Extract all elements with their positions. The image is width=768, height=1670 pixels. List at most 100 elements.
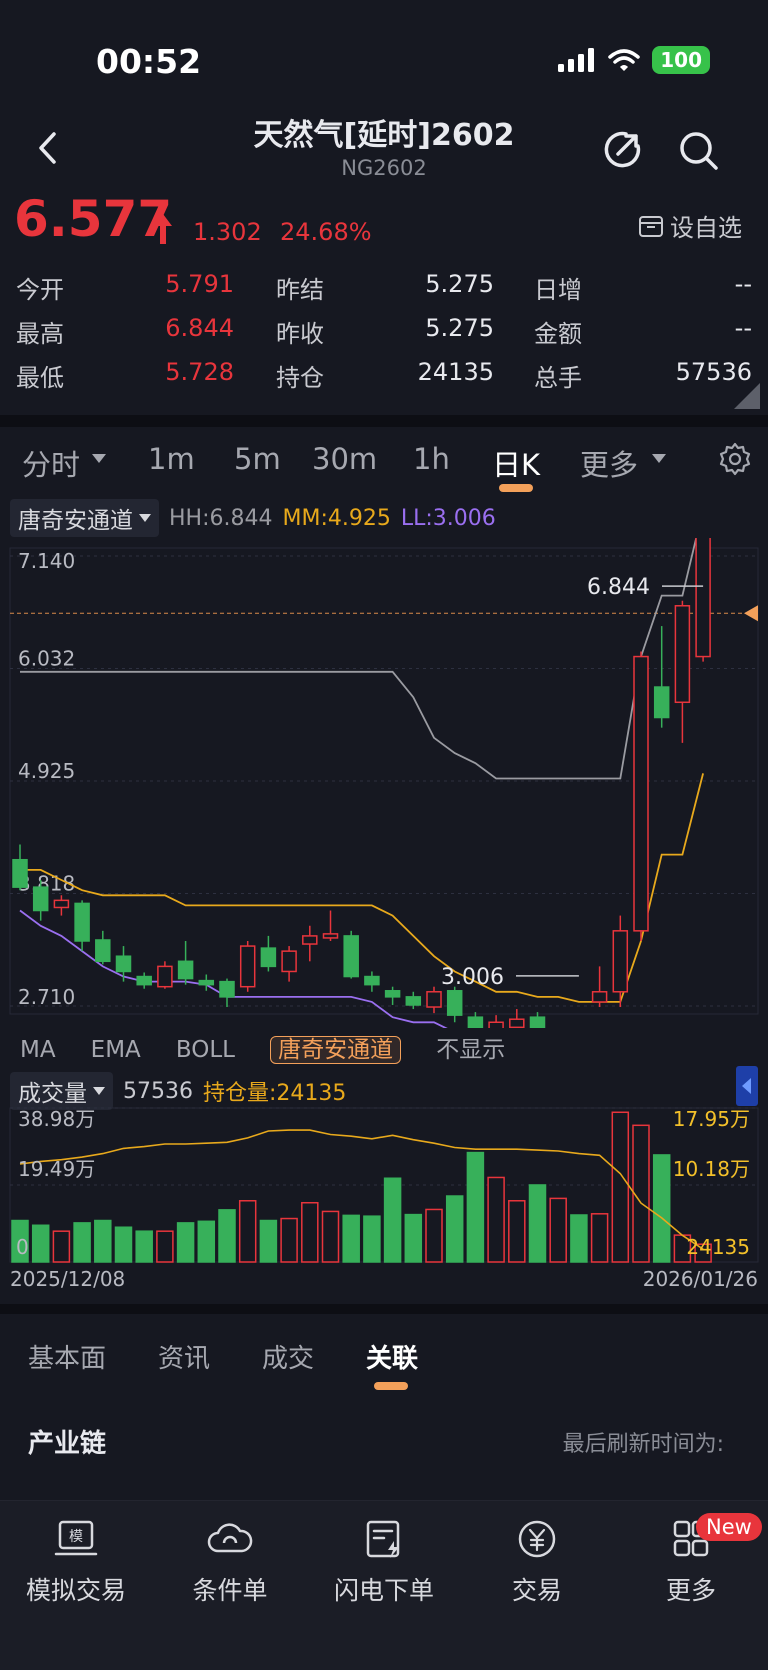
share-icon[interactable] <box>602 130 642 170</box>
battery-indicator: 100 <box>652 46 710 74</box>
ind-tab-boll[interactable]: BOLL <box>176 1037 235 1063</box>
candle-body <box>509 1018 525 1028</box>
candle-body <box>53 899 70 909</box>
tab-trades[interactable]: 成交 <box>262 1338 314 1375</box>
volume-bar <box>31 1224 50 1263</box>
mm-value: MM:4.925 <box>282 505 391 531</box>
ind-tab-ema[interactable]: EMA <box>91 1037 141 1063</box>
page-title: 天然气[延时]2602 <box>253 118 515 153</box>
ind-tab-donchian[interactable]: 唐奇安通道 <box>270 1036 402 1064</box>
volume-bar <box>52 1230 71 1263</box>
dock-trade[interactable]: 交易 <box>462 1519 612 1607</box>
status-icons: 100 <box>558 46 710 74</box>
volume-bar <box>445 1195 464 1263</box>
y-tick-label: 0 <box>16 1235 29 1259</box>
volume-bar <box>466 1151 485 1263</box>
low-annotation-label: 3.006 <box>441 965 504 990</box>
quote-label: 最低 <box>16 364 64 392</box>
tab-5m[interactable]: 5m <box>234 442 281 476</box>
add-favorite-button[interactable]: 设自选 <box>638 208 742 243</box>
signal-icon <box>558 48 595 72</box>
candle-body <box>653 686 670 719</box>
candle-body <box>32 886 49 912</box>
tab-1h[interactable]: 1h <box>413 442 450 476</box>
ind-tab-hide[interactable]: 不显示 <box>436 1037 505 1063</box>
dock-simulate[interactable]: 模 模拟交易 <box>1 1519 151 1607</box>
indicator-tabs: MA EMA BOLL 唐奇安通道 不显示 <box>20 1030 535 1064</box>
candle-body <box>467 1016 484 1028</box>
volume-bar <box>404 1213 423 1263</box>
chevron-down-icon <box>93 1086 105 1095</box>
volume-bar <box>114 1226 133 1263</box>
y-tick-label: 2.710 <box>18 985 75 1009</box>
tab-more[interactable]: 更多 <box>580 442 638 484</box>
volume-bar <box>652 1154 671 1263</box>
tab-30m[interactable]: 30m <box>312 442 377 476</box>
dock-label: 模拟交易 <box>25 1576 126 1605</box>
candle-body <box>198 979 215 986</box>
candle-body <box>591 991 608 1003</box>
right-tick-label: 17.95万 <box>673 1107 750 1131</box>
dock-label: 更多 <box>665 1576 716 1605</box>
dock-flash-order[interactable]: 闪电下单 <box>309 1519 459 1607</box>
quote-value: -- <box>734 314 752 342</box>
candle-body <box>529 1016 546 1028</box>
tab-daily-k[interactable]: 日K <box>492 442 540 484</box>
dock-label: 条件单 <box>192 1576 268 1605</box>
tab-related[interactable]: 关联 <box>366 1338 418 1375</box>
volume-bar <box>135 1230 153 1263</box>
quote-label: 最高 <box>16 320 64 348</box>
last-price: 6.577 <box>14 190 173 248</box>
collapse-panel-button[interactable] <box>736 1066 758 1106</box>
candle-body <box>612 930 629 993</box>
dock-label: 闪电下单 <box>333 1576 434 1605</box>
section-title: 产业链 <box>28 1429 107 1459</box>
quote-value: 24135 <box>417 358 494 386</box>
indicator-selector[interactable]: 唐奇安通道 <box>10 499 159 537</box>
current-price-marker <box>744 605 758 622</box>
volume-chart[interactable]: 38.98万 19.49万 0 17.95万 10.18万 24135 2025/12/08… <box>0 1104 768 1304</box>
volume-bar <box>238 1200 257 1263</box>
candle-body <box>405 996 422 1006</box>
ind-tab-ma[interactable]: MA <box>20 1037 56 1063</box>
volume-bar <box>570 1214 588 1263</box>
chevron-down-icon <box>139 513 151 522</box>
quote-value: 5.791 <box>165 270 234 298</box>
tab-news[interactable]: 资讯 <box>158 1338 210 1375</box>
up-arrow-icon <box>154 214 172 244</box>
y-tick-label: 4.925 <box>18 759 75 783</box>
candle-body <box>115 955 132 973</box>
volume-bar <box>218 1209 236 1263</box>
settings-gear-icon[interactable] <box>718 442 752 476</box>
simulate-icon: 模 <box>54 1520 98 1556</box>
search-icon[interactable] <box>678 130 720 172</box>
tab-1m[interactable]: 1m <box>148 442 195 476</box>
new-badge: New <box>696 1513 762 1541</box>
y-tick-label: 6.032 <box>18 647 75 671</box>
candlestick-chart[interactable]: 7.1406.0324.9253.8182.7106.8443.006 <box>0 538 768 1028</box>
favorite-box-icon <box>639 215 663 237</box>
corner-expand-icon[interactable] <box>734 383 760 409</box>
candle-body <box>343 935 359 978</box>
high-annotation-label: 6.844 <box>587 575 650 600</box>
status-time: 00:52 <box>96 42 202 81</box>
volume-bar <box>73 1222 91 1263</box>
price-change: 1.302 <box>193 218 262 246</box>
action-dock: 模 模拟交易 条件单 闪电下单 交易 更多 New <box>0 1500 768 1670</box>
right-tick-label: 10.18万 <box>673 1157 750 1181</box>
volume-bar <box>425 1208 443 1263</box>
quote-label: 金额 <box>534 320 582 348</box>
volume-bar <box>363 1215 381 1263</box>
candle-body <box>674 605 691 704</box>
tab-fenshi[interactable]: 分时 <box>22 442 80 484</box>
dock-condition-order[interactable]: 条件单 <box>155 1519 305 1607</box>
wifi-icon <box>608 49 640 71</box>
tab-fundamentals[interactable]: 基本面 <box>28 1338 106 1375</box>
volume-bar <box>383 1177 402 1263</box>
volume-bar <box>611 1111 630 1263</box>
candle-body <box>633 655 649 932</box>
quote-value: 5.728 <box>165 358 234 386</box>
quote-label: 昨收 <box>276 320 324 348</box>
quote-label: 日增 <box>534 276 582 304</box>
x-date-label: 2025/12/08 <box>10 1267 125 1291</box>
